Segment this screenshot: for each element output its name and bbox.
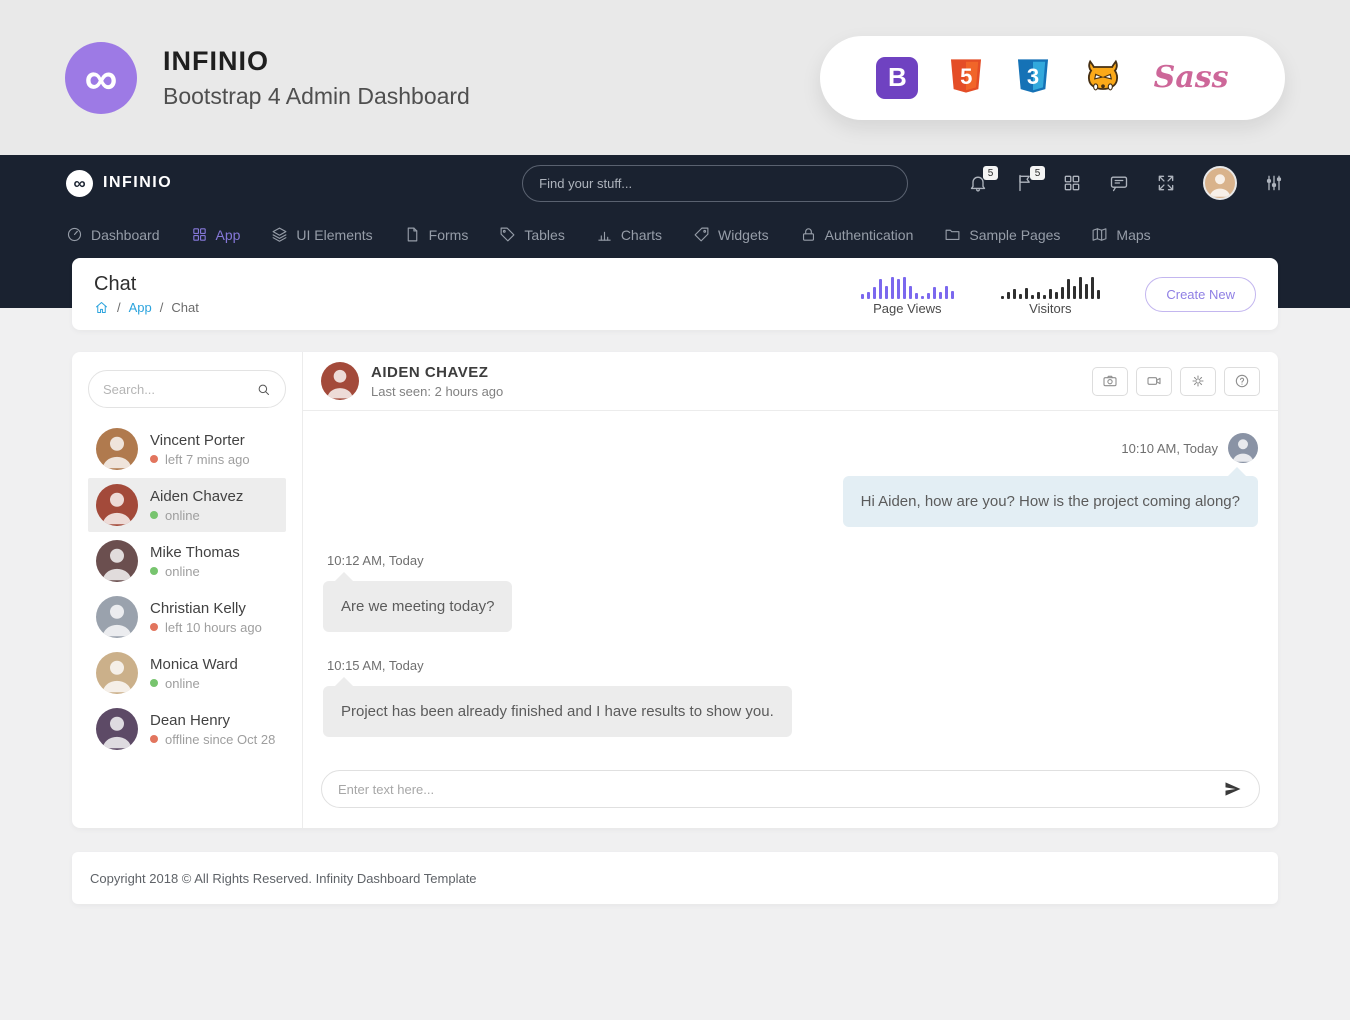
settings-sliders-icon[interactable] bbox=[1264, 173, 1284, 193]
breadcrumb-app-link[interactable]: App bbox=[129, 300, 152, 315]
flags-badge: 5 bbox=[1030, 166, 1045, 180]
tech-stack-pill: B 5 3 Sass bbox=[820, 36, 1285, 120]
create-new-button[interactable]: Create New bbox=[1145, 277, 1256, 312]
send-icon[interactable] bbox=[1223, 779, 1243, 799]
visitors-sparkline: Visitors bbox=[999, 273, 1101, 316]
bootstrap-icon: B bbox=[876, 57, 918, 99]
message-input[interactable] bbox=[338, 782, 1223, 797]
message-composer bbox=[303, 770, 1278, 828]
avatar bbox=[96, 652, 138, 694]
avatar bbox=[96, 428, 138, 470]
grunt-icon bbox=[1081, 56, 1125, 100]
messages-icon[interactable] bbox=[1109, 173, 1129, 193]
notifications-bell-icon[interactable]: 5 bbox=[968, 173, 988, 193]
navbar-logo-icon[interactable]: ∞ bbox=[66, 170, 93, 197]
menu-item-authentication[interactable]: Authentication bbox=[800, 226, 914, 243]
apps-grid-icon[interactable] bbox=[1062, 173, 1082, 193]
video-call-button[interactable] bbox=[1136, 367, 1172, 396]
page-title: Chat bbox=[94, 273, 199, 296]
menu-item-dashboard[interactable]: Dashboard bbox=[66, 226, 160, 243]
contact-vincent-porter[interactable]: Vincent Porter left 7 mins ago bbox=[88, 422, 286, 476]
menu-item-charts[interactable]: Charts bbox=[596, 226, 662, 243]
conversation-header: AIDEN CHAVEZ Last seen: 2 hours ago bbox=[303, 352, 1278, 411]
footer: Copyright 2018 © All Rights Reserved. In… bbox=[72, 852, 1278, 904]
menu-item-tables[interactable]: Tables bbox=[499, 226, 564, 243]
menu-item-widgets[interactable]: Widgets bbox=[693, 226, 769, 243]
message-incoming: 10:12 AM, Today Are we meeting today? bbox=[323, 553, 1258, 632]
presence-dot bbox=[150, 623, 158, 631]
menu-item-maps[interactable]: Maps bbox=[1091, 226, 1150, 243]
css3-icon: 3 bbox=[1014, 57, 1052, 99]
message-time: 10:10 AM, Today bbox=[1121, 441, 1218, 456]
flag-icon[interactable]: 5 bbox=[1015, 173, 1035, 193]
promo-header: ∞ INFINIO Bootstrap 4 Admin Dashboard B … bbox=[0, 0, 1350, 155]
partner-avatar bbox=[321, 362, 359, 400]
presence-dot bbox=[150, 735, 158, 743]
camera-button[interactable] bbox=[1092, 367, 1128, 396]
avatar bbox=[96, 708, 138, 750]
message-outgoing: 10:10 AM, Today Hi Aiden, how are you? H… bbox=[323, 433, 1258, 527]
message-history: 10:10 AM, Today Hi Aiden, how are you? H… bbox=[303, 411, 1278, 770]
chat-card: Vincent Porter left 7 mins ago Aiden Cha… bbox=[72, 352, 1278, 828]
home-icon[interactable] bbox=[94, 300, 109, 315]
presence-dot bbox=[150, 455, 158, 463]
contact-search[interactable] bbox=[88, 370, 286, 408]
partner-name: AIDEN CHAVEZ bbox=[371, 364, 503, 381]
contact-dean-henry[interactable]: Dean Henry offline since Oct 28 bbox=[88, 702, 286, 756]
message-bubble: Are we meeting today? bbox=[323, 581, 512, 632]
message-incoming: 10:15 AM, Today Project has been already… bbox=[323, 658, 1258, 737]
presence-dot bbox=[150, 567, 158, 575]
message-bubble: Hi Aiden, how are you? How is the projec… bbox=[843, 476, 1258, 527]
presence-dot bbox=[150, 511, 158, 519]
video-icon bbox=[1146, 373, 1162, 389]
conversation-panel: AIDEN CHAVEZ Last seen: 2 hours ago bbox=[303, 352, 1278, 828]
chat-settings-button[interactable] bbox=[1180, 367, 1216, 396]
sass-icon: Sass bbox=[1154, 60, 1229, 95]
partner-status: Last seen: 2 hours ago bbox=[371, 384, 503, 399]
menu-item-sample-pages[interactable]: Sample Pages bbox=[944, 226, 1060, 243]
message-bubble: Project has been already finished and I … bbox=[323, 686, 792, 737]
fullscreen-icon[interactable] bbox=[1156, 173, 1176, 193]
main-menu: Dashboard App UI Elements Forms Tables C… bbox=[0, 211, 1350, 258]
contact-mike-thomas[interactable]: Mike Thomas online bbox=[88, 534, 286, 588]
presence-dot bbox=[150, 679, 158, 687]
navbar-brand[interactable]: INFINIO bbox=[103, 174, 172, 192]
page-header-card: Chat / App / Chat Page Views Visitors Cr… bbox=[72, 258, 1278, 330]
profile-avatar[interactable] bbox=[1203, 166, 1237, 200]
contact-search-input[interactable] bbox=[103, 382, 256, 397]
avatar bbox=[96, 596, 138, 638]
contact-list: Vincent Porter left 7 mins ago Aiden Cha… bbox=[88, 422, 286, 756]
contact-monica-ward[interactable]: Monica Ward online bbox=[88, 646, 286, 700]
menu-item-ui-elements[interactable]: UI Elements bbox=[271, 226, 372, 243]
message-time: 10:15 AM, Today bbox=[327, 658, 424, 673]
gear-icon bbox=[1190, 373, 1206, 389]
help-button[interactable] bbox=[1224, 367, 1260, 396]
notifications-badge: 5 bbox=[983, 166, 998, 180]
avatar bbox=[96, 484, 138, 526]
menu-item-app[interactable]: App bbox=[191, 226, 241, 243]
message-time: 10:12 AM, Today bbox=[327, 553, 424, 568]
breadcrumb: / App / Chat bbox=[94, 300, 199, 315]
app-title: INFINIO bbox=[163, 46, 470, 77]
html5-icon: 5 bbox=[947, 57, 985, 99]
search-icon bbox=[256, 382, 271, 397]
top-navbar: ∞ INFINIO 5 5 bbox=[0, 155, 1350, 211]
page-views-sparkline: Page Views bbox=[859, 273, 955, 316]
infinity-logo-icon: ∞ bbox=[65, 42, 137, 114]
copyright-text: Copyright 2018 © All Rights Reserved. In… bbox=[90, 871, 477, 886]
global-search[interactable] bbox=[522, 165, 908, 202]
contact-aiden-chavez[interactable]: Aiden Chavez online bbox=[88, 478, 286, 532]
global-search-input[interactable] bbox=[539, 176, 891, 191]
camera-icon bbox=[1102, 373, 1118, 389]
question-icon bbox=[1234, 373, 1250, 389]
breadcrumb-current: Chat bbox=[171, 300, 198, 315]
my-avatar bbox=[1228, 433, 1258, 463]
contacts-panel: Vincent Porter left 7 mins ago Aiden Cha… bbox=[72, 352, 303, 828]
avatar bbox=[96, 540, 138, 582]
contact-christian-kelly[interactable]: Christian Kelly left 10 hours ago bbox=[88, 590, 286, 644]
app-tagline: Bootstrap 4 Admin Dashboard bbox=[163, 83, 470, 110]
menu-item-forms[interactable]: Forms bbox=[404, 226, 469, 243]
